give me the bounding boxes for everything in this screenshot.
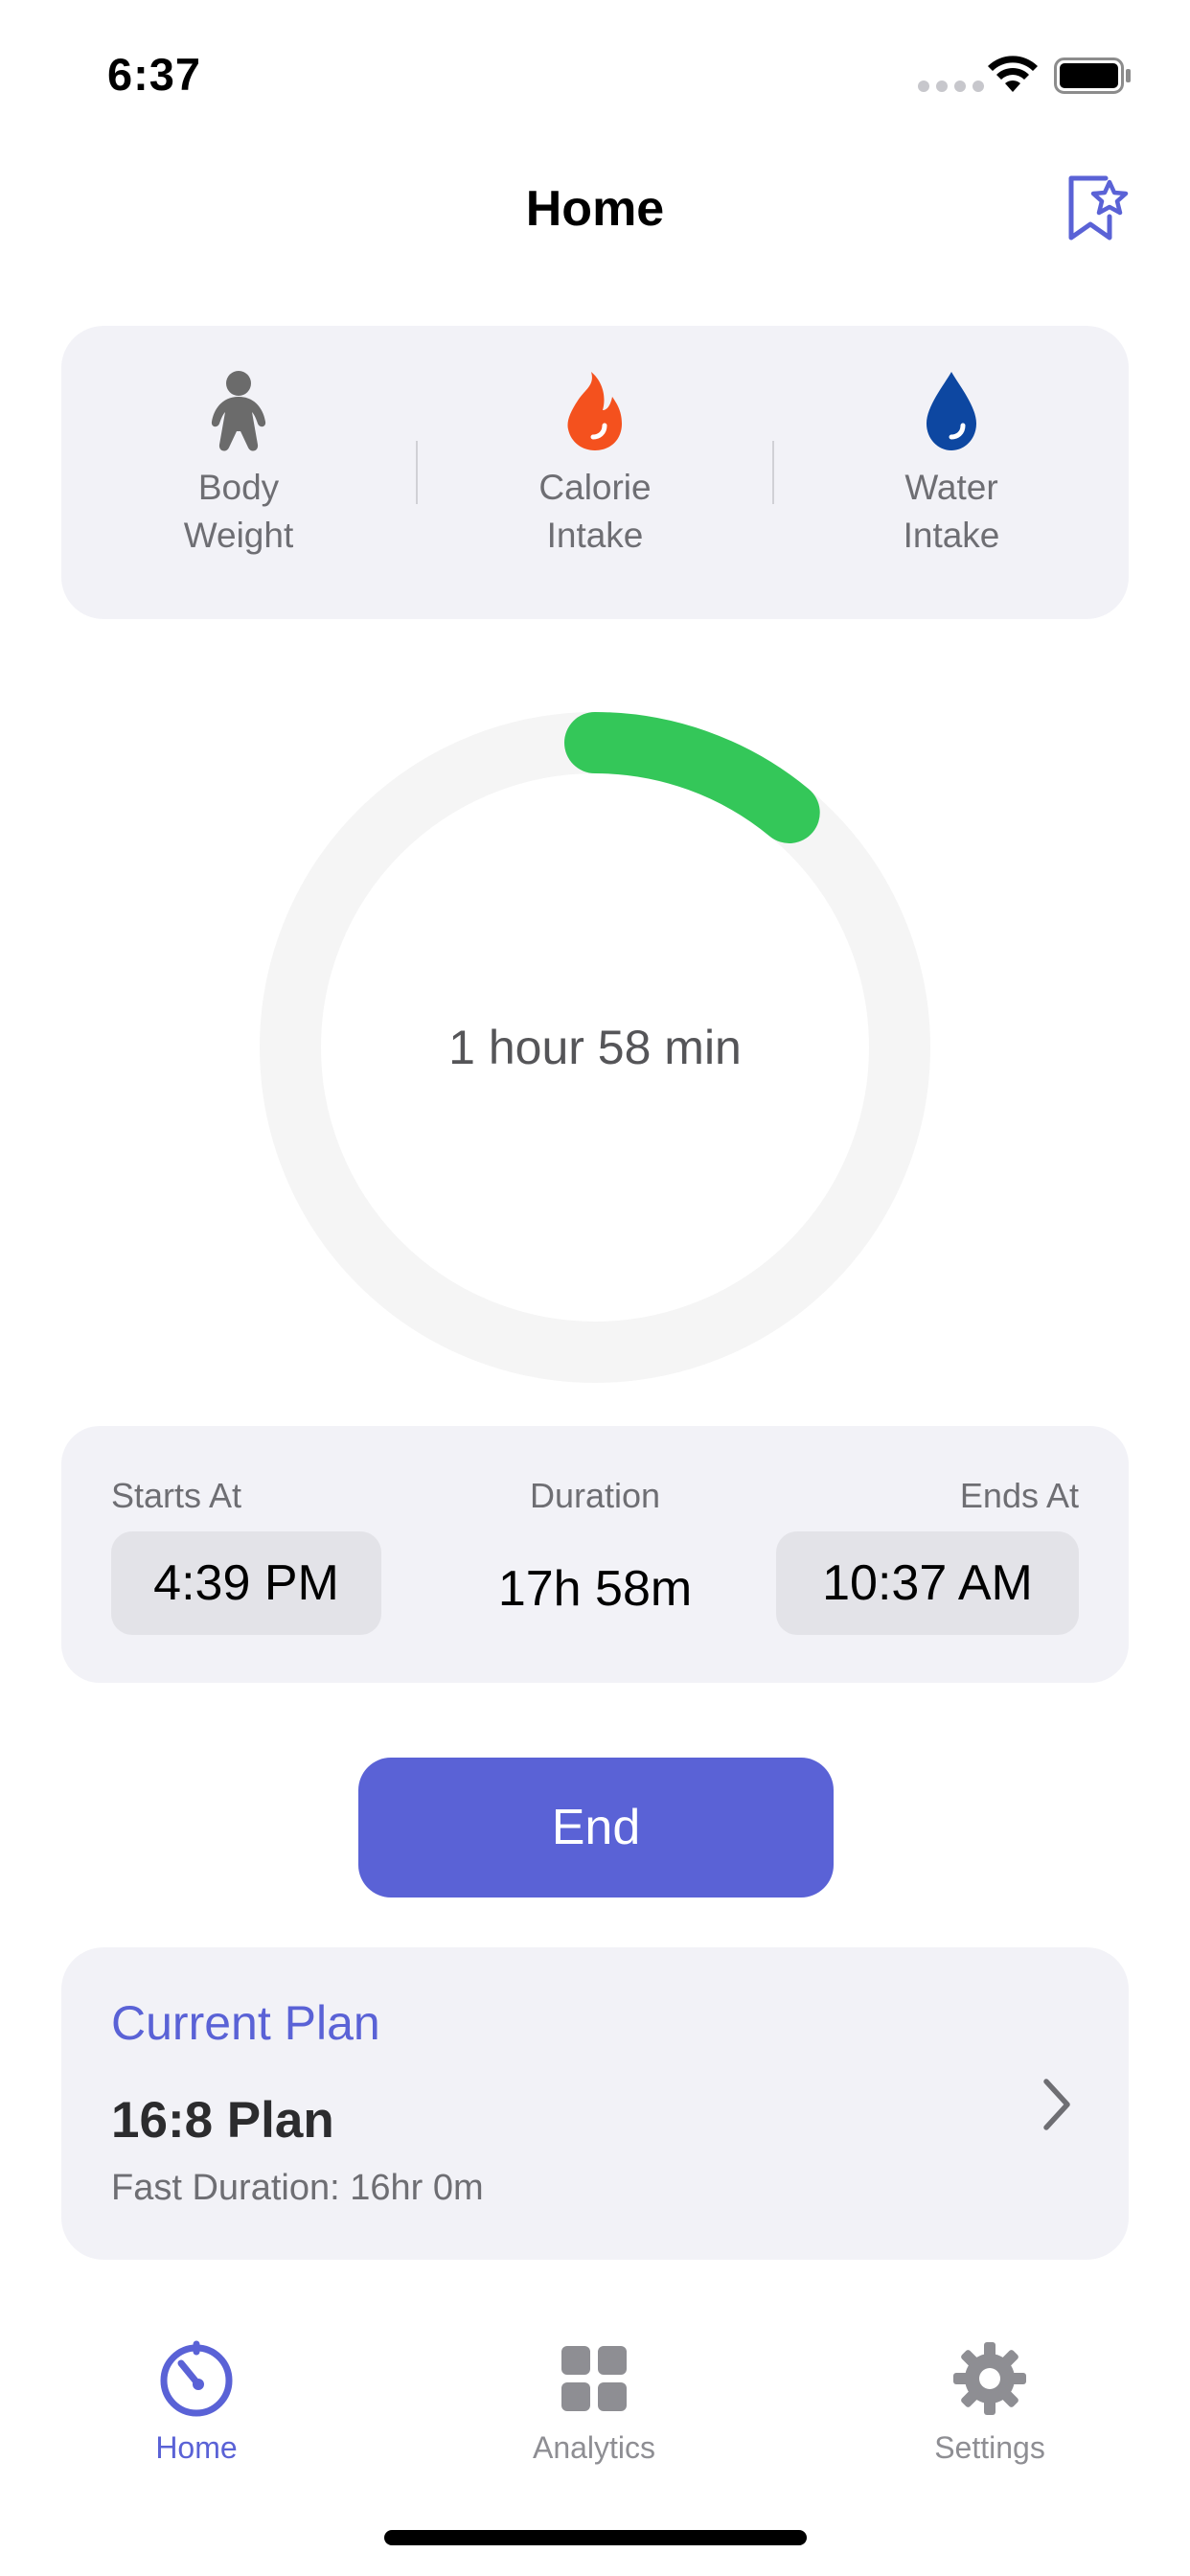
battery-icon (1054, 58, 1131, 94)
tracker-label: Calorie Intake (538, 468, 652, 555)
tracker-card: Body Weight Calorie Intake Water Intake (61, 326, 1129, 619)
page-title: Home (525, 181, 665, 237)
water-drop-icon (927, 372, 976, 450)
plan-header: Current Plan (111, 1996, 380, 2050)
tab-home[interactable]: Home (81, 2338, 311, 2466)
body-weight-tracker[interactable]: Body Weight (61, 326, 416, 619)
home-indicator (384, 2530, 807, 2545)
end-fast-button[interactable]: End (358, 1758, 834, 1898)
tab-settings[interactable]: Settings (875, 2338, 1105, 2466)
tracker-label: Body Weight (183, 468, 294, 555)
tab-label: Analytics (532, 2430, 656, 2465)
tab-label: Settings (934, 2430, 1045, 2465)
timer-icon (160, 2340, 233, 2417)
cellular-signal-icon (918, 80, 984, 92)
schedule-card: Starts At Duration Ends At 4:39 PM 17h 5… (61, 1426, 1129, 1683)
home-screen: 6:37 Home Body Weight Calorie Intake Wat… (0, 0, 1190, 2576)
tab-analytics[interactable]: Analytics (479, 2338, 709, 2466)
fasting-progress-ring: 1 hour 58 min (259, 711, 931, 1384)
plan-detail: Fast Duration: 16hr 0m (111, 2168, 484, 2208)
bookmark-star-icon[interactable] (1062, 172, 1129, 245)
elapsed-time-text: 1 hour 58 min (448, 1021, 742, 1074)
end-time-button[interactable]: 10:37 AM (776, 1531, 1079, 1635)
calorie-intake-tracker[interactable]: Calorie Intake (418, 326, 772, 619)
plan-name: 16:8 Plan (111, 2092, 334, 2149)
status-bar: 6:37 (0, 0, 1190, 144)
ends-at-label: Ends At (959, 1476, 1079, 1515)
tab-bar: Home Analytics Settings (0, 2319, 1190, 2511)
water-intake-tracker[interactable]: Water Intake (774, 326, 1129, 619)
gear-icon (953, 2342, 1026, 2415)
wifi-icon (988, 56, 1038, 92)
status-time: 6:37 (107, 49, 202, 100)
chevron-right-icon (1043, 2079, 1070, 2130)
grid-icon (561, 2346, 627, 2411)
flame-icon (567, 372, 622, 450)
tab-label: Home (155, 2430, 238, 2465)
body-weight-icon (211, 371, 266, 451)
current-plan-card[interactable]: Current Plan 16:8 Plan Fast Duration: 16… (61, 1947, 1129, 2260)
tracker-label: Water Intake (903, 468, 1000, 555)
